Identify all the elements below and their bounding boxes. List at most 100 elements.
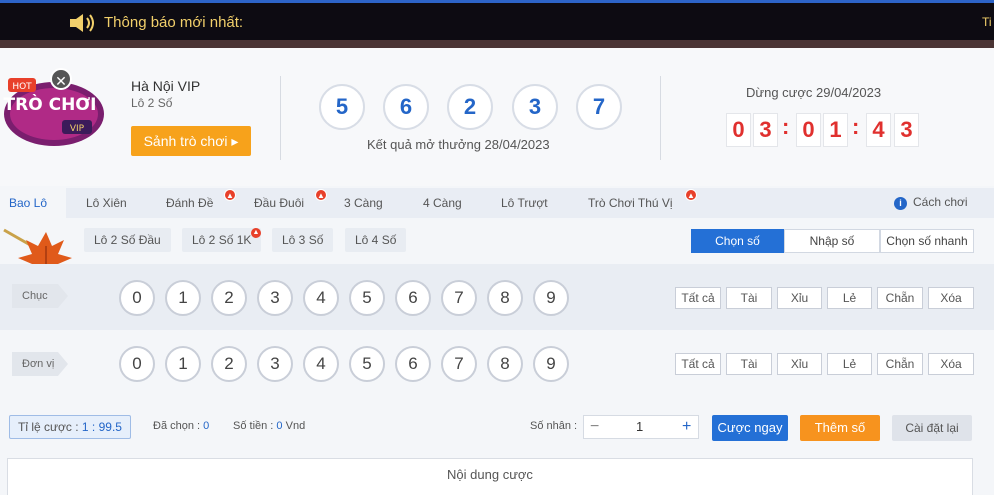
subtab-lo-4-so[interactable]: Lô 4 Số: [345, 228, 407, 252]
svg-text:VIP: VIP: [70, 124, 85, 134]
tab-dau-duoi[interactable]: Đầu Đuôi: [254, 196, 304, 210]
select-all-button[interactable]: Tất cả: [675, 287, 721, 309]
number-ball[interactable]: 4: [303, 280, 339, 316]
countdown-separator: :: [852, 114, 860, 139]
banner-strip: [0, 40, 994, 48]
number-row-tens: Chục 0 1 2 3 4 5 6 7 8 9 Tất cả Tài Xỉu …: [0, 264, 994, 330]
number-ball[interactable]: 9: [533, 280, 569, 316]
number-ball[interactable]: 6: [395, 280, 431, 316]
result-ball: 7: [576, 84, 622, 130]
result-ball: 6: [383, 84, 429, 130]
subtab-lo-2-so-dau[interactable]: Lô 2 Số Đầu: [84, 228, 171, 252]
hot-badge-icon: ▲: [224, 189, 236, 201]
select-even-button[interactable]: Chẵn: [877, 287, 923, 309]
hot-badge-icon: ▲: [251, 228, 261, 238]
tab-tro-choi-thu-vi[interactable]: Trò Chơi Thú Vị: [588, 196, 673, 210]
countdown-digit: 3: [894, 113, 919, 147]
odds-value: 1 : 99.5: [81, 420, 122, 434]
select-even-button[interactable]: Chẵn: [877, 353, 923, 375]
select-big-button[interactable]: Tài: [726, 353, 772, 375]
clear-button[interactable]: Xóa: [928, 353, 974, 375]
result-label: Kết quả mở thưởng 28/04/2023: [367, 137, 550, 152]
divider: [280, 76, 281, 160]
result-ball: 2: [447, 84, 493, 130]
svg-text:HOT: HOT: [12, 82, 32, 92]
notice-title: Thông báo mới nhất:: [104, 14, 244, 31]
number-ball[interactable]: 9: [533, 346, 569, 382]
minus-icon[interactable]: −: [590, 416, 599, 438]
tab-3-cang[interactable]: 3 Càng: [344, 196, 383, 210]
info-icon: i: [894, 197, 907, 210]
select-small-button[interactable]: Xỉu: [777, 353, 822, 375]
selected-value: 0: [203, 420, 210, 432]
countdown-digit: 0: [796, 113, 821, 147]
how-to-play-label: Cách chơi: [913, 195, 968, 209]
bet-now-button[interactable]: Cược ngay: [712, 415, 788, 441]
countdown-digit: 1: [823, 113, 848, 147]
notice-marquee: Ti: [982, 15, 992, 29]
result-ball: 3: [512, 84, 558, 130]
number-ball[interactable]: 1: [165, 346, 201, 382]
multiplier-input[interactable]: 1: [636, 416, 643, 438]
amount-value: 0: [276, 420, 283, 432]
svg-text:TRÒ CHƠI: TRÒ CHƠI: [4, 93, 97, 115]
odds-label: Tỉ lệ cược :: [18, 420, 79, 434]
select-big-button[interactable]: Tài: [726, 287, 772, 309]
countdown-digit: 3: [753, 113, 778, 147]
number-ball[interactable]: 5: [349, 280, 385, 316]
tab-bao-lo[interactable]: Bao Lô: [9, 196, 47, 210]
how-to-play-link[interactable]: i Cách chơi: [894, 195, 968, 210]
amount-label: Số tiền :: [233, 420, 274, 432]
mode-nhap-so[interactable]: Nhập số: [784, 229, 880, 253]
odds-ratio: Tỉ lệ cược : 1 : 99.5: [9, 415, 131, 439]
lobby-button[interactable]: Sảnh trò chơi ▸: [131, 126, 251, 156]
add-number-button[interactable]: Thêm số: [800, 415, 880, 441]
clear-button[interactable]: Xóa: [928, 287, 974, 309]
select-odd-button[interactable]: Lẻ: [827, 353, 872, 375]
select-odd-button[interactable]: Lẻ: [827, 287, 872, 309]
multiplier-stepper: − 1 +: [583, 415, 699, 439]
bet-amount: Số tiền : 0 Vnd: [233, 420, 305, 432]
number-ball[interactable]: 0: [119, 280, 155, 316]
number-ball[interactable]: 1: [165, 280, 201, 316]
close-icon[interactable]: ✕: [50, 68, 72, 90]
subtab-lo-2-so-1k[interactable]: Lô 2 Số 1K: [182, 228, 262, 252]
number-ball[interactable]: 7: [441, 346, 477, 382]
multiplier-label: Số nhân :: [530, 420, 578, 432]
mode-chon-so[interactable]: Chọn số: [691, 229, 784, 253]
tab-danh-de[interactable]: Đánh Đề: [166, 196, 213, 210]
tab-bar: [0, 188, 994, 218]
reset-button[interactable]: Cài đặt lại: [892, 415, 972, 441]
tab-lo-truot[interactable]: Lô Trượt: [501, 196, 548, 210]
number-ball[interactable]: 3: [257, 280, 293, 316]
number-ball[interactable]: 2: [211, 346, 247, 382]
number-ball[interactable]: 0: [119, 346, 155, 382]
result-ball: 5: [319, 84, 365, 130]
tab-lo-xien[interactable]: Lô Xiên: [86, 196, 127, 210]
number-ball[interactable]: 3: [257, 346, 293, 382]
select-small-button[interactable]: Xỉu: [777, 287, 822, 309]
number-ball[interactable]: 7: [441, 280, 477, 316]
number-ball[interactable]: 5: [349, 346, 385, 382]
notice-bar: Thông báo mới nhất: Ti: [0, 0, 994, 40]
tab-4-cang[interactable]: 4 Càng: [423, 196, 462, 210]
stop-bet-label: Dừng cược 29/04/2023: [746, 85, 882, 100]
divider: [660, 76, 661, 160]
game-subtitle: Lô 2 Số: [131, 96, 173, 110]
game-header: HOT TRÒ CHƠI VIP ✕ Hà Nội VIP Lô 2 Số Sả…: [0, 48, 994, 186]
selected-count: Đã chọn : 0: [153, 420, 209, 432]
mode-chon-so-nhanh[interactable]: Chọn số nhanh: [880, 229, 974, 253]
number-row-units: Đơn vị 0 1 2 3 4 5 6 7 8 9 Tất cả Tài Xỉ…: [0, 332, 994, 398]
number-ball[interactable]: 4: [303, 346, 339, 382]
hot-badge-icon: ▲: [315, 189, 327, 201]
plus-icon[interactable]: +: [682, 416, 691, 438]
number-ball[interactable]: 6: [395, 346, 431, 382]
number-ball[interactable]: 2: [211, 280, 247, 316]
subtab-lo-3-so[interactable]: Lô 3 Số: [272, 228, 334, 252]
number-ball[interactable]: 8: [487, 346, 523, 382]
number-ball[interactable]: 8: [487, 280, 523, 316]
select-all-button[interactable]: Tất cả: [675, 353, 721, 375]
game-panel: HOT TRÒ CHƠI VIP ✕ Hà Nội VIP Lô 2 Số Sả…: [0, 48, 994, 495]
countdown-separator: :: [782, 114, 790, 139]
countdown-digit: 0: [726, 113, 751, 147]
